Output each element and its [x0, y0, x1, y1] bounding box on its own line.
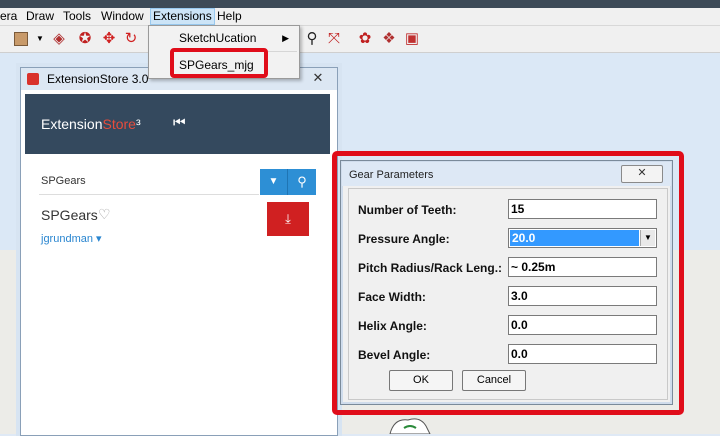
close-icon[interactable]: ✕ [309, 70, 327, 86]
zoom-extents-icon[interactable]: ◈ [50, 30, 68, 48]
zoom-icon[interactable]: ⚲ [303, 30, 321, 48]
extension-store-header: ExtensionStore³ ⏮ [25, 94, 330, 154]
brand-part1: Extension [41, 116, 103, 132]
move-icon[interactable]: ✥ [100, 30, 118, 48]
search-dropdown-icon[interactable]: ▼ [260, 169, 288, 195]
menu-item-sketchucation[interactable]: SketchUcation ▶ [149, 27, 297, 49]
scene-figure [389, 418, 431, 434]
window-top-strip [0, 0, 720, 8]
download-icon: ⤓ [285, 211, 291, 226]
plugin-icon-2[interactable]: ❖ [380, 30, 398, 48]
search-input[interactable]: SPGears [41, 175, 86, 187]
extension-store-brand: ExtensionStore³ [41, 116, 141, 132]
search-icon[interactable]: ⚲ [288, 169, 316, 195]
dropdown-arrow-icon[interactable]: ▼ [31, 30, 49, 48]
extension-store-window-title: ExtensionStore 3.0 [47, 72, 149, 86]
highlight-annotation-dialog [332, 151, 684, 415]
menu-draw[interactable]: Draw [26, 9, 54, 24]
menu-camera[interactable]: era [0, 9, 17, 24]
menubar: era Draw Tools Window Extensions Help [0, 8, 720, 26]
brand-suffix: ³ [135, 116, 141, 132]
toolbar: ▼ ◈ ✪ ✥ ↻ ⚲ ⤧ ✿ ❖ ▣ [0, 26, 720, 53]
plugin-icon-1[interactable]: ✿ [356, 30, 374, 48]
brand-part2: Store [102, 116, 136, 132]
rotate-icon[interactable]: ↻ [122, 30, 140, 48]
plugin-icon-3[interactable]: ▣ [403, 30, 421, 48]
highlight-annotation-menu-item [170, 48, 268, 78]
result-extension-name[interactable]: SPGears [41, 207, 98, 223]
collapse-icon[interactable]: ⏮ [173, 114, 186, 131]
extension-store-window: ExtensionStore 3.0 ✕ ExtensionStore³ ⏮ S… [20, 67, 338, 436]
result-author-link[interactable]: jgrundman ▾ [41, 232, 102, 245]
menu-window[interactable]: Window [101, 9, 144, 24]
sketchup-logo-icon [27, 73, 39, 85]
menu-help[interactable]: Help [217, 9, 242, 24]
follow-me-icon[interactable]: ✪ [76, 30, 94, 48]
result-author-name: jgrundman [41, 233, 93, 245]
search-button-group: ▼ ⚲ [260, 169, 316, 195]
menu-item-sketchucation-label: SketchUcation [179, 31, 257, 45]
favorite-heart-icon[interactable]: ♡ [98, 206, 111, 223]
menu-extensions[interactable]: Extensions [150, 8, 215, 25]
download-button[interactable]: ⤓ [267, 202, 309, 236]
submenu-arrow-icon: ▶ [282, 33, 289, 43]
box-icon[interactable] [12, 30, 30, 48]
search-underline [39, 194, 259, 195]
zoom-window-icon[interactable]: ⤧ [325, 30, 343, 48]
menu-tools[interactable]: Tools [63, 9, 91, 24]
